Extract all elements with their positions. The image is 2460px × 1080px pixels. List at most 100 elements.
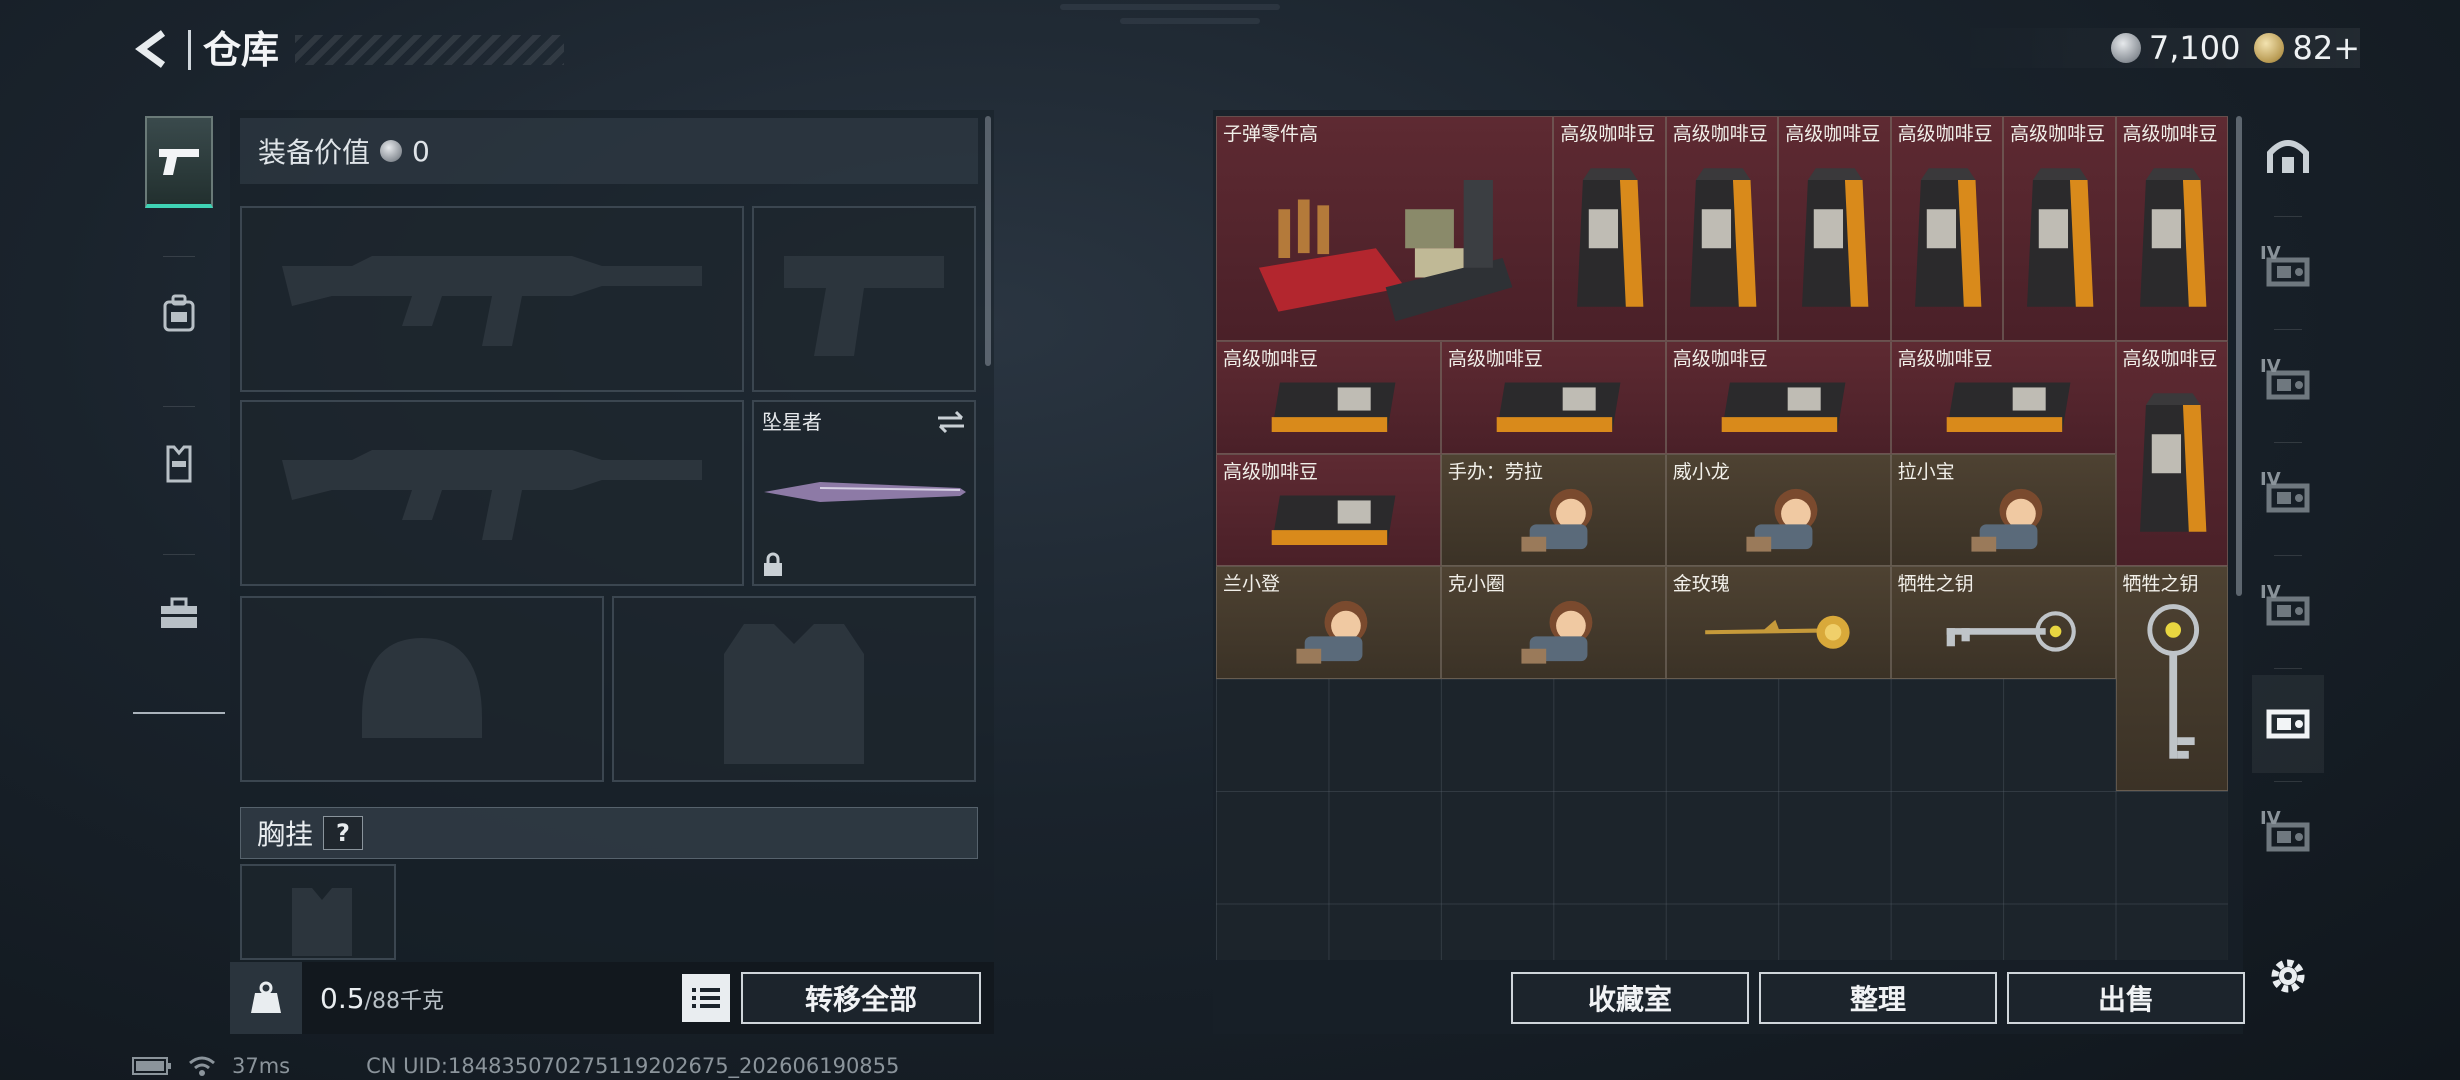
stash-item[interactable]: 高级咖啡豆 [1216,341,1441,454]
stash-item[interactable]: 高级咖啡豆 [2115,341,2228,566]
stash-item[interactable]: 牺牲之钥 [2115,566,2228,791]
pistol-silhouette-icon [784,256,944,356]
stash-scrollbar[interactable] [2236,116,2242,596]
coffee-bag-icon [1785,141,1885,340]
stash-item-label: 牺牲之钥 [1897,573,1974,595]
stash-item-label: 高级咖啡豆 [1897,123,1993,145]
tier-label: IV [2260,469,2281,490]
helmet-slot[interactable] [240,596,604,782]
stash-item-label: 金玫瑰 [1672,573,1730,595]
tab-toolbox[interactable] [145,568,213,660]
tier-label: IV [2260,356,2281,377]
back-button[interactable] [130,26,176,72]
coffee-flat-icon [1448,366,1661,453]
primary-weapon-slot-2[interactable] [240,400,744,586]
silver-coin-icon [2110,33,2141,63]
key-vertical-icon [2123,591,2223,790]
stash-grid[interactable]: 子弹零件高 高级咖啡豆 高级咖啡豆 高级咖啡豆 高级咖啡豆 高级咖啡豆 高级咖啡豆 高级咖啡豆… [1216,116,2228,960]
weight-text: 0.5/88千克 [320,982,444,1015]
stash-item[interactable]: 高级咖啡豆 [2003,116,2116,341]
stash-tab-3[interactable]: IV [2252,336,2324,434]
transfer-all-button[interactable]: 转移全部 [741,972,981,1024]
coffee-flat-icon [1223,479,1436,566]
stash-item[interactable]: 高级咖啡豆 [1216,453,1441,566]
coffee-flat-icon [1898,366,2111,453]
weight-value: 0.5 [320,981,365,1015]
stash-item[interactable]: 手办：劳拉 [1440,453,1666,566]
lock-icon [764,552,782,576]
ping-text: 37ms [232,1054,291,1078]
stash-item[interactable]: 高级咖啡豆 [1440,341,1666,454]
sort-button[interactable]: 整理 [1759,972,1997,1024]
tab-weapons[interactable] [145,116,213,208]
settings-button[interactable] [2262,950,2314,1002]
stash-item-label: 高级咖啡豆 [1447,348,1543,370]
melee-slot[interactable]: 坠星者 [752,400,976,586]
coffee-flat-icon [1673,366,1886,453]
stash-item-label: 高级咖啡豆 [1897,348,1993,370]
stash-item-label: 子弹零件高 [1223,123,1319,145]
stash-item[interactable]: 高级咖啡豆 [1553,116,1666,341]
list-icon [692,988,720,1008]
figure-icon [1223,591,1436,678]
stash-selected-icon [2263,702,2313,746]
stash-item[interactable]: 高级咖啡豆 [1890,116,2004,341]
back-arrow-icon [135,30,166,68]
collection-room-button[interactable]: 收藏室 [1511,972,1749,1024]
pistol-slot[interactable] [752,206,976,392]
equipment-value-bar: 装备价值 0 [240,118,978,184]
silver-coin-icon [380,140,403,162]
stash-item-label: 高级咖啡豆 [1672,123,1768,145]
page-header: 仓库 [188,28,564,72]
stash-item[interactable]: 兰小登 [1216,566,1441,679]
coffee-bag-icon [2123,366,2223,565]
key-icon [1898,591,2111,678]
stash-item[interactable]: 克小圈 [1440,566,1666,679]
tier-label: IV [2260,582,2281,603]
list-view-button[interactable] [682,974,730,1022]
stash-item[interactable]: 高级咖啡豆 [1665,341,1891,454]
stash-item[interactable]: 牺牲之钥 [1890,566,2116,679]
rifle-silhouette-icon-2 [282,450,702,540]
stash-item[interactable]: 拉小宝 [1890,453,2116,566]
stash-item-label: 手办：劳拉 [1447,460,1543,483]
swap-icon[interactable] [934,410,968,434]
helmet-silhouette-icon [362,638,482,738]
tier-label: IV [2260,808,2281,829]
weight-max: /88千克 [364,988,444,1014]
stash-item[interactable]: 高级咖啡豆 [1778,116,1891,341]
stash-item[interactable]: 高级咖啡豆 [2115,116,2228,341]
stash-item[interactable]: 威小龙 [1665,453,1891,566]
gold-currency[interactable]: 82+ [2254,29,2360,67]
category-rail [133,108,225,714]
currency-bar: 7,100 82+ [1955,28,2360,68]
stash-item[interactable]: 金玫瑰 [1665,566,1891,679]
stash-tabs-rail: IV IV IV IV IV [2252,110,2324,990]
silver-currency[interactable]: 7,100 [2110,29,2240,67]
coffee-flat-icon [1223,366,1436,453]
tab-backpack[interactable] [145,268,213,360]
melee-name: 坠星者 [762,410,822,434]
sell-button[interactable]: 出售 [2007,972,2245,1024]
stash-tab-5[interactable]: IV [2252,562,2324,660]
chest-rig-slot[interactable] [240,864,396,960]
equipment-scrollbar[interactable] [985,116,991,366]
tab-vest[interactable] [145,418,213,510]
figure-icon [1448,591,1661,678]
stash-tab-7[interactable]: IV [2252,788,2324,886]
stash-tab-6[interactable] [2252,675,2324,773]
stash-tab-4[interactable]: IV [2252,449,2324,547]
armor-slot[interactable] [612,596,976,782]
stash-item-label: 威小龙 [1672,460,1730,483]
armor-silhouette-icon [724,624,864,764]
stash-item-label: 高级咖啡豆 [2122,348,2218,370]
primary-weapon-slot-1[interactable] [240,206,744,392]
stash-item[interactable]: 高级咖啡豆 [1890,341,2116,454]
gear-icon [2271,959,2305,993]
help-icon[interactable]: ? [323,816,364,850]
stash-item[interactable]: 高级咖啡豆 [1665,116,1779,341]
stash-tab-1[interactable] [2252,110,2324,208]
stash-tab-2[interactable]: IV [2252,223,2324,321]
weight-icon [230,962,302,1034]
stash-item[interactable]: 子弹零件高 [1216,116,1554,341]
